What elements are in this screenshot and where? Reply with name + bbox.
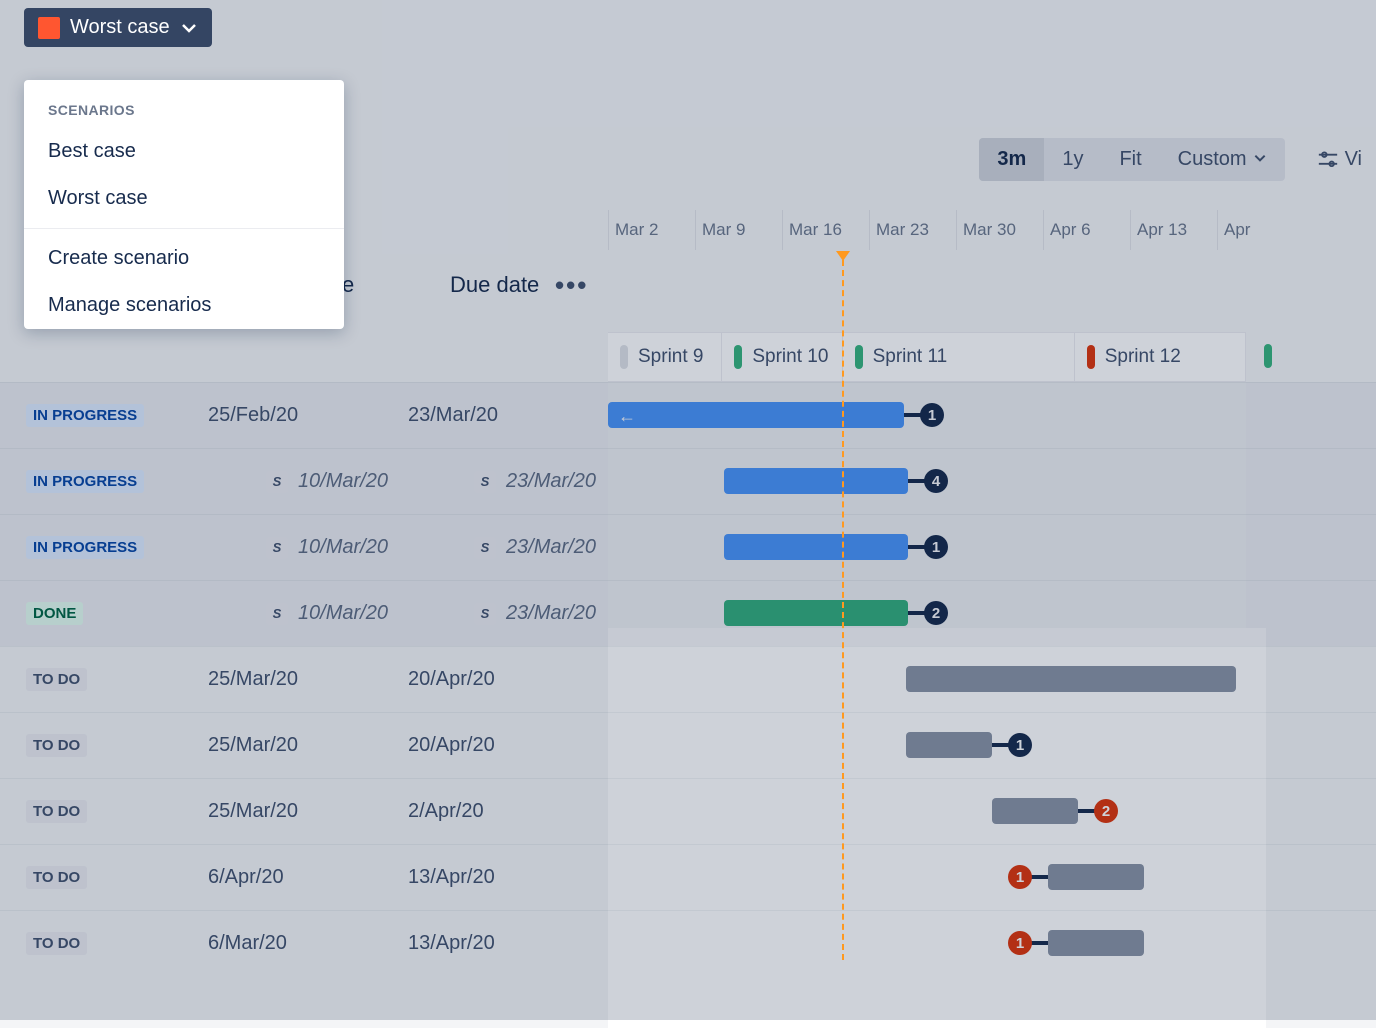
status-badge: TO DO [26, 734, 87, 757]
range-fit-button[interactable]: Fit [1101, 138, 1159, 181]
sprint-header-row: Sprint 9 Sprint 10 Sprint 11 Sprint 12 [608, 332, 1246, 382]
due-date: 23/Mar/20 [506, 470, 596, 493]
status-badge: TO DO [26, 800, 87, 823]
due-date: 23/Mar/20 [506, 536, 596, 559]
task-row[interactable]: TO DO 6/Mar/20 13/Apr/20 [0, 910, 1376, 976]
today-marker-line [842, 260, 844, 960]
timeline-week-header: Mar 2Mar 9Mar 16Mar 23Mar 30Apr 6Apr 13A… [608, 210, 1376, 250]
sprint-status-pill [734, 345, 742, 369]
due-date: 20/Apr/20 [408, 734, 495, 757]
sprint-label: Sprint 11 [873, 346, 948, 368]
range-custom-button[interactable]: Custom [1160, 138, 1285, 181]
sprint-indicator-icon: S [266, 471, 288, 493]
task-row[interactable]: TO DO 25/Mar/20 20/Apr/20 [0, 712, 1376, 778]
status-badge: TO DO [26, 932, 87, 955]
task-row[interactable]: IN PROGRESS S 10/Mar/20 S 23/Mar/20 [0, 514, 1376, 580]
task-row[interactable]: TO DO 6/Apr/20 13/Apr/20 [0, 844, 1376, 910]
chevron-down-icon [1253, 148, 1267, 171]
sprint-header[interactable]: Sprint 11 [843, 333, 1075, 381]
timeline-week-label: Mar 9 [695, 210, 782, 250]
scenario-option[interactable]: Best case [24, 128, 344, 175]
task-row[interactable]: DONE S 10/Mar/20 S 23/Mar/20 [0, 580, 1376, 646]
target-date: 6/Apr/20 [208, 866, 284, 889]
sliders-icon [1317, 151, 1339, 169]
scenario-dropdown: SCENARIOS Best caseWorst case Create sce… [24, 80, 344, 329]
task-row[interactable]: TO DO 25/Mar/20 20/Apr/20 [0, 646, 1376, 712]
sprint-indicator-icon: S [474, 471, 496, 493]
scenario-option[interactable]: Worst case [24, 175, 344, 222]
timeline-week-label: Mar 30 [956, 210, 1043, 250]
timeline-week-label: Apr 6 [1043, 210, 1130, 250]
timeline-week-label: Mar 2 [608, 210, 695, 250]
scenario-selector-button[interactable]: Worst case [24, 8, 212, 47]
dropdown-section-header: SCENARIOS [24, 80, 344, 128]
range-1y-button[interactable]: 1y [1044, 138, 1101, 181]
timeline-week-label: Mar 23 [869, 210, 956, 250]
sprint-label: Sprint 9 [638, 346, 703, 368]
task-row[interactable]: TO DO 25/Mar/20 2/Apr/20 [0, 778, 1376, 844]
status-badge: IN PROGRESS [26, 536, 144, 559]
target-date: 10/Mar/20 [298, 536, 388, 559]
task-rows: IN PROGRESS25/Feb/2023/Mar/20IN PROGRESS… [0, 382, 1376, 976]
sprint-status-pill [1087, 345, 1095, 369]
target-date: 10/Mar/20 [298, 470, 388, 493]
due-date: 23/Mar/20 [408, 404, 498, 427]
sprint-indicator-icon: S [266, 537, 288, 559]
sprint-header[interactable]: Sprint 12 [1075, 333, 1246, 381]
more-columns-button[interactable]: ••• [555, 270, 588, 301]
task-row[interactable]: IN PROGRESS 25/Feb/20 23/Mar/20 [0, 382, 1376, 448]
due-date: 13/Apr/20 [408, 932, 495, 955]
range-3m-button[interactable]: 3m [979, 138, 1044, 181]
time-range-toolbar: 3m1yFitCustom Vi [979, 138, 1376, 181]
sprint-indicator-icon: S [266, 603, 288, 625]
status-badge: IN PROGRESS [26, 404, 144, 427]
sprint-label: Sprint 12 [1105, 346, 1181, 368]
dropdown-divider [24, 228, 344, 229]
sprint-indicator-icon: S [474, 537, 496, 559]
chevron-down-icon [180, 19, 198, 37]
timeline-week-label: Apr 13 [1130, 210, 1217, 250]
scenario-selector-label: Worst case [70, 16, 170, 39]
timeline-week-label: Mar 16 [782, 210, 869, 250]
scenario-action[interactable]: Create scenario [24, 235, 344, 282]
target-date: 6/Mar/20 [208, 932, 287, 955]
status-badge: IN PROGRESS [26, 470, 144, 493]
due-date: 13/Apr/20 [408, 866, 495, 889]
sprint-indicator-icon: S [474, 603, 496, 625]
target-date: 25/Mar/20 [208, 800, 298, 823]
sprint-status-pill [855, 345, 863, 369]
due-date: 23/Mar/20 [506, 602, 596, 625]
due-date: 2/Apr/20 [408, 800, 484, 823]
target-date: 25/Mar/20 [208, 734, 298, 757]
target-date: 10/Mar/20 [298, 602, 388, 625]
target-date: 25/Mar/20 [208, 668, 298, 691]
due-date: 20/Apr/20 [408, 668, 495, 691]
target-date: 25/Feb/20 [208, 404, 298, 427]
status-badge: TO DO [26, 866, 87, 889]
today-marker-icon [836, 251, 850, 261]
sprint-label: Sprint 10 [752, 346, 828, 368]
sprint-status-pill [620, 345, 628, 369]
status-badge: TO DO [26, 668, 87, 691]
status-badge: DONE [26, 602, 83, 625]
sprint-header[interactable]: Sprint 9 [608, 333, 722, 381]
due-date-header: Due date [450, 272, 539, 298]
timeline-week-label: Apr [1217, 210, 1304, 250]
view-settings-button[interactable]: Vi [1303, 138, 1376, 181]
task-row[interactable]: IN PROGRESS S 10/Mar/20 S 23/Mar/20 [0, 448, 1376, 514]
scenario-action[interactable]: Manage scenarios [24, 282, 344, 329]
view-settings-label: Vi [1345, 148, 1362, 171]
scenario-color-swatch [38, 17, 60, 39]
sprint-header[interactable]: Sprint 10 [722, 333, 842, 381]
sprint-edge-indicator [1264, 344, 1272, 368]
